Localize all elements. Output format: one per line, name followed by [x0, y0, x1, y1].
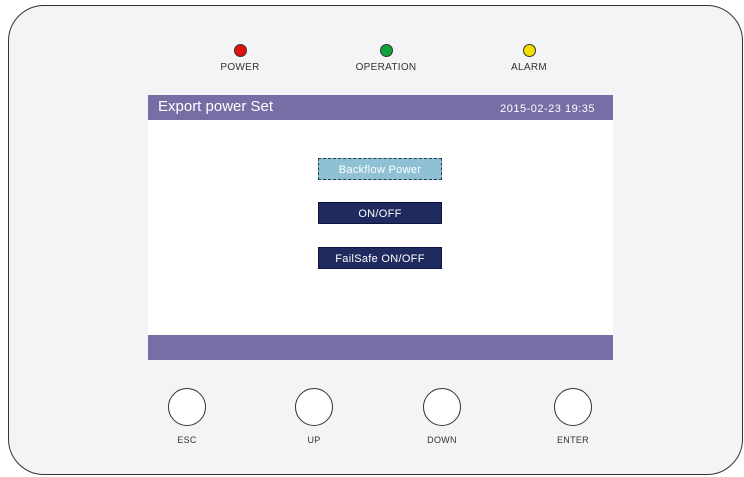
screen-title-bar: Export power Set 2015-02-23 19:35 — [148, 95, 613, 120]
screen-datetime: 2015-02-23 19:35 — [500, 103, 595, 115]
power-indicator: POWER — [180, 44, 300, 73]
operation-led-icon — [379, 44, 393, 57]
alarm-indicator-label: ALARM — [511, 62, 547, 73]
enter-button[interactable] — [554, 388, 592, 426]
down-button[interactable] — [423, 388, 461, 426]
menu-item-label: ON/OFF — [358, 208, 402, 220]
alarm-indicator: ALARM — [469, 44, 589, 73]
up-key-group: UP — [264, 388, 364, 445]
menu-item-label: Backflow Power — [338, 164, 422, 176]
esc-key-group: ESC — [137, 388, 237, 445]
operation-indicator-label: OPERATION — [355, 62, 417, 73]
enter-key-group: ENTER — [523, 388, 623, 445]
down-key-group: DOWN — [392, 388, 492, 445]
menu-item-label: FailSafe ON/OFF — [335, 253, 425, 265]
power-led-icon — [233, 44, 247, 57]
up-key-label: UP — [307, 435, 321, 445]
screen-bottom-bar — [148, 335, 613, 360]
menu-item-on-off[interactable]: ON/OFF — [318, 202, 442, 224]
esc-button[interactable] — [168, 388, 206, 426]
operation-indicator: OPERATION — [326, 44, 446, 73]
menu-item-failsafe-on-off[interactable]: FailSafe ON/OFF — [318, 247, 442, 269]
menu-item-backflow-power[interactable]: Backflow Power — [318, 158, 442, 180]
power-indicator-label: POWER — [220, 62, 260, 73]
alarm-led-icon — [522, 44, 536, 57]
esc-key-label: ESC — [177, 435, 197, 445]
lcd-screen: Export power Set 2015-02-23 19:35 Backfl… — [148, 95, 613, 360]
up-button[interactable] — [295, 388, 333, 426]
down-key-label: DOWN — [427, 435, 457, 445]
enter-key-label: ENTER — [556, 435, 589, 445]
screen-title: Export power Set — [158, 98, 274, 115]
